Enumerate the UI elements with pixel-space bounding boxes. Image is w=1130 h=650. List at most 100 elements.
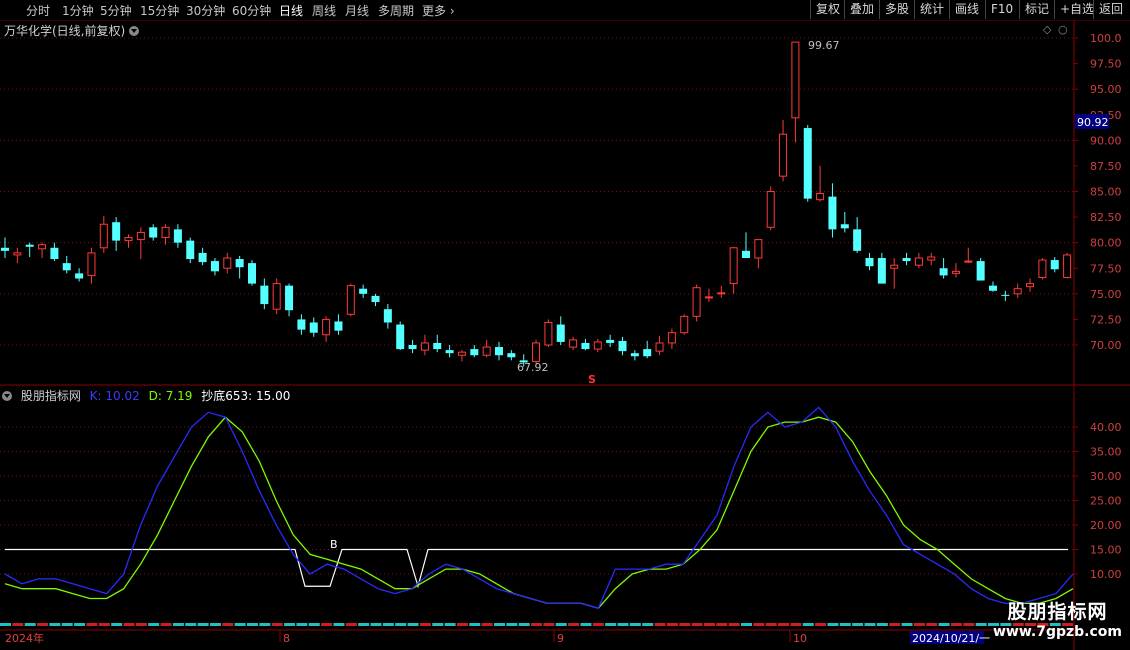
candle — [951, 263, 960, 278]
candle — [173, 224, 182, 248]
diamond-icon[interactable]: ◇ — [1043, 23, 1052, 36]
candle — [186, 237, 195, 264]
candle — [322, 316, 331, 342]
candle — [359, 284, 368, 298]
candle — [248, 260, 256, 286]
candle — [877, 252, 886, 284]
candle — [75, 268, 84, 282]
candle — [1063, 252, 1072, 279]
price-axis-label: 75.00 — [1090, 288, 1122, 301]
date-cursor-label: 2024/10/21/一 — [912, 632, 990, 645]
volume-strip — [0, 623, 1074, 626]
threshold-line — [5, 548, 1068, 589]
candle — [1038, 258, 1047, 280]
max-price-label: 99.67 — [808, 39, 840, 52]
candle — [272, 278, 281, 315]
candle — [779, 119, 788, 182]
indicator-name: 股朋指标网 — [20, 389, 81, 403]
candle — [62, 255, 71, 274]
watermark-line2: www.7gpzb.com — [992, 624, 1122, 640]
indicator-dropdown-icon[interactable] — [2, 391, 12, 401]
candle — [902, 252, 911, 266]
price-axis-label: 90.00 — [1090, 134, 1122, 147]
candle — [569, 336, 578, 351]
price-axis-label: 80.00 — [1090, 237, 1122, 250]
price-axis-label: 85.00 — [1090, 186, 1122, 199]
candle — [630, 350, 639, 361]
price-axis-label: 77.50 — [1090, 262, 1122, 275]
indicator-axis-label: 30.00 — [1090, 470, 1122, 483]
candle — [433, 334, 442, 353]
candle — [692, 284, 701, 322]
price-axis-label: 72.50 — [1090, 313, 1122, 326]
candle — [704, 288, 713, 303]
candle — [890, 258, 899, 289]
price-axis-label: 70.00 — [1090, 339, 1122, 352]
d-line — [4, 416, 1074, 610]
candle — [989, 281, 997, 292]
candle — [791, 41, 800, 143]
candle — [309, 317, 318, 337]
candle — [1013, 283, 1022, 298]
candle — [482, 339, 491, 358]
candle — [976, 258, 985, 281]
watermark: 股朋指标网 www.7gpzb.com — [993, 597, 1122, 640]
price-axis-label: 100.0 — [1090, 32, 1122, 45]
candle — [297, 314, 306, 335]
k-value: K: 10.02 — [89, 389, 140, 403]
indicator-axis-label: 40.00 — [1090, 421, 1122, 434]
candle — [383, 304, 392, 329]
candle — [457, 350, 466, 362]
candle — [618, 336, 627, 356]
candle — [408, 339, 417, 354]
candle — [223, 252, 232, 274]
candle — [914, 252, 923, 269]
indicator-axis-label: 35.00 — [1090, 446, 1122, 459]
candle — [680, 314, 689, 335]
candle — [99, 216, 108, 253]
candle — [840, 211, 849, 233]
candle — [532, 339, 541, 364]
candle — [124, 234, 133, 248]
candle — [87, 247, 96, 284]
candle — [1026, 278, 1035, 292]
candle — [210, 258, 219, 276]
candle — [420, 334, 429, 356]
candle — [754, 239, 763, 269]
candle — [470, 345, 479, 358]
price-axis-label: 82.50 — [1090, 211, 1122, 224]
candle — [260, 278, 269, 310]
candle — [581, 338, 590, 351]
candle — [556, 316, 565, 345]
candle — [198, 247, 207, 266]
candle — [396, 321, 405, 351]
candle — [161, 224, 170, 245]
price-axis-label: 95.00 — [1090, 83, 1122, 96]
d-value: D: 7.19 — [148, 389, 193, 403]
candle — [816, 165, 825, 202]
candle — [371, 293, 380, 307]
candle — [828, 183, 837, 238]
candle — [1, 237, 9, 259]
kline-chart[interactable]: ◇ ○ 100.097.5095.0092.5090.0087.5085.008… — [0, 0, 1130, 650]
indicator-axis-label: 25.00 — [1090, 495, 1122, 508]
buy-signal-label: B — [330, 538, 338, 551]
candle — [803, 124, 812, 202]
watermark-line1: 股朋指标网 — [1007, 601, 1108, 623]
candle — [149, 224, 158, 241]
candle — [346, 283, 355, 317]
candle — [927, 252, 936, 266]
candle — [766, 186, 775, 231]
date-month-10: 10 — [793, 632, 807, 645]
candle — [655, 335, 664, 356]
candle — [25, 242, 34, 257]
candle — [865, 252, 874, 271]
circle-icon[interactable]: ○ — [1058, 23, 1068, 36]
candle — [544, 319, 553, 348]
candle — [285, 283, 294, 317]
candle — [1001, 290, 1010, 301]
candle — [50, 242, 59, 262]
indicator-axis-label: 15.00 — [1090, 544, 1122, 557]
candle — [136, 227, 145, 260]
candle — [13, 247, 22, 264]
